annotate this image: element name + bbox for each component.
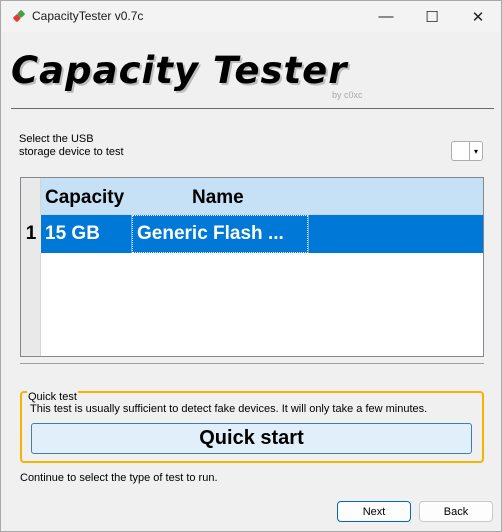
cell-capacity[interactable]: 15 GB <box>41 215 132 253</box>
quick-start-button[interactable]: Quick start <box>31 423 472 454</box>
maximize-icon: ☐ <box>425 8 439 26</box>
quick-test-description: This test is usually sufficient to detec… <box>30 403 428 415</box>
section-divider <box>20 363 484 364</box>
header-divider <box>11 108 494 109</box>
app-header-title: Capacity Tester <box>11 49 348 92</box>
device-table[interactable]: Capacity Name 1 15 GB Generic Flash ... <box>20 177 484 357</box>
continue-hint: Continue to select the type of test to r… <box>20 472 218 484</box>
minimize-icon: — <box>378 8 394 25</box>
column-header-name[interactable]: Name <box>192 187 244 209</box>
cell-name[interactable]: Generic Flash ... <box>132 215 308 253</box>
minimize-button[interactable]: — <box>363 1 409 32</box>
app-window: CapacityTester v0.7c — ☐ ✕ Capacity Test… <box>0 0 502 532</box>
device-dropdown[interactable]: ▾ <box>451 141 483 161</box>
capacitytester-app-icon <box>13 10 25 22</box>
quick-test-legend: Quick test <box>27 391 78 403</box>
close-button[interactable]: ✕ <box>455 1 501 32</box>
next-button[interactable]: Next <box>337 501 411 522</box>
author-credit: by c0xc <box>332 90 363 100</box>
row-number: 1 <box>21 215 41 253</box>
cell-separator <box>308 215 309 253</box>
device-select-label: Select the USB storage device to test <box>19 133 124 158</box>
title-bar[interactable]: CapacityTester v0.7c — ☐ ✕ <box>1 1 501 32</box>
chevron-down-icon: ▾ <box>469 142 482 160</box>
table-row[interactable]: 1 15 GB Generic Flash ... <box>21 215 483 253</box>
table-header-row: Capacity Name <box>41 178 483 215</box>
row-header-column <box>21 178 41 356</box>
window-title: CapacityTester v0.7c <box>32 9 144 23</box>
column-header-capacity[interactable]: Capacity <box>45 187 124 209</box>
close-icon: ✕ <box>471 8 485 26</box>
back-button[interactable]: Back <box>419 501 493 522</box>
maximize-button[interactable]: ☐ <box>409 1 455 32</box>
